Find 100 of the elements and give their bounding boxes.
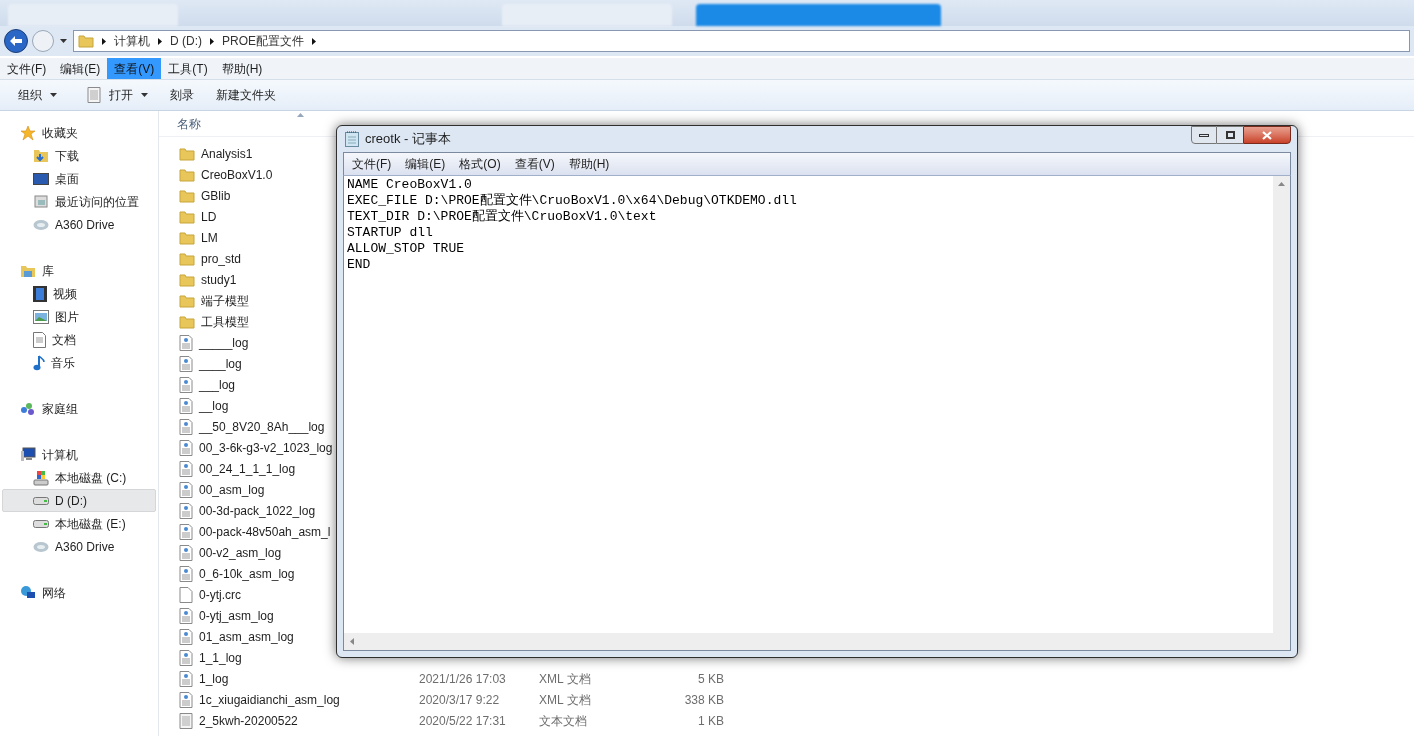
folder-icon bbox=[179, 146, 195, 161]
file-name[interactable]: 00_3-6k-g3-v2_1023_log bbox=[179, 438, 333, 457]
document-icon bbox=[179, 418, 193, 435]
nav-group[interactable]: 计算机 bbox=[0, 443, 158, 466]
browser-tab[interactable] bbox=[696, 4, 941, 26]
nav-item[interactable]: 最近访问的位置 bbox=[2, 190, 156, 213]
menu-item[interactable]: 编辑(E) bbox=[405, 155, 446, 173]
file-name[interactable]: LD bbox=[179, 207, 217, 226]
folder-icon bbox=[179, 209, 195, 224]
file-name[interactable]: 端子模型 bbox=[179, 291, 249, 310]
nav-item[interactable]: 本地磁盘 (C:) bbox=[2, 466, 156, 489]
folder-icon bbox=[179, 314, 195, 329]
file-type: 文本文档 bbox=[539, 712, 588, 730]
file-name[interactable]: 00-pack-48v50ah_asm_l bbox=[179, 522, 331, 541]
nav-item[interactable]: 音乐 bbox=[2, 351, 156, 374]
scroll-left-icon bbox=[350, 638, 354, 645]
file-name[interactable]: 1_1_log bbox=[179, 648, 242, 667]
breadcrumb-item[interactable]: 计算机 bbox=[114, 32, 150, 50]
nav-item[interactable]: 视频 bbox=[2, 282, 156, 305]
nav-item[interactable]: 本地磁盘 (E:) bbox=[2, 512, 156, 535]
scroll-up-icon bbox=[1278, 182, 1285, 186]
open-button[interactable]: 打开 bbox=[87, 86, 148, 104]
file-name[interactable]: 2_5kwh-20200522 bbox=[179, 711, 298, 730]
folder-icon bbox=[179, 251, 195, 266]
history-dropdown[interactable] bbox=[58, 39, 69, 43]
file-name[interactable]: 0_6-10k_asm_log bbox=[179, 564, 295, 583]
folder-icon bbox=[179, 272, 195, 287]
menu-item[interactable]: 查看(V) bbox=[514, 155, 555, 173]
nav-group[interactable]: 库 bbox=[0, 259, 158, 282]
nav-group[interactable]: 收藏夹 bbox=[0, 121, 158, 144]
desktop-icon bbox=[33, 171, 49, 186]
file-name[interactable]: LM bbox=[179, 228, 218, 247]
file-name[interactable]: 00-v2_asm_log bbox=[179, 543, 282, 562]
file-name[interactable]: __log bbox=[179, 396, 229, 415]
folder-icon bbox=[179, 293, 195, 308]
file-name[interactable]: 0-ytj.crc bbox=[179, 585, 241, 604]
file-name[interactable]: __50_8V20_8Ah___log bbox=[179, 417, 325, 436]
file-name[interactable]: ____log bbox=[179, 354, 242, 373]
file-name[interactable]: ___log bbox=[179, 375, 236, 394]
menu-item[interactable]: 格式(O) bbox=[459, 155, 501, 173]
menu-item[interactable]: 查看(V) bbox=[107, 58, 162, 79]
menu-item[interactable]: 工具(T) bbox=[161, 58, 215, 79]
document-icon bbox=[179, 460, 193, 477]
nav-group[interactable]: 家庭组 bbox=[0, 397, 158, 420]
document-icon bbox=[179, 670, 193, 687]
file-name[interactable]: 1c_xiugaidianchi_asm_log bbox=[179, 690, 340, 709]
nav-item[interactable]: 下载 bbox=[2, 144, 156, 167]
document-icon bbox=[179, 397, 193, 414]
file-name[interactable]: GBlib bbox=[179, 186, 231, 205]
file-name[interactable]: 00_asm_log bbox=[179, 480, 265, 499]
file-name[interactable]: study1 bbox=[179, 270, 237, 289]
horizontal-scrollbar[interactable] bbox=[344, 633, 1273, 650]
file-name[interactable]: 0-ytj_asm_log bbox=[179, 606, 274, 625]
breadcrumb-item[interactable]: PROE配置文件 bbox=[222, 32, 304, 50]
file-name[interactable]: pro_std bbox=[179, 249, 242, 268]
toolbar-button[interactable]: 新建文件夹 bbox=[216, 86, 276, 104]
toolbar-button[interactable]: 刻录 bbox=[170, 86, 194, 104]
dropdown-caret-icon bbox=[141, 93, 148, 97]
menu-item[interactable]: 文件(F) bbox=[352, 155, 392, 173]
file-name[interactable]: CreoBoxV1.0 bbox=[179, 165, 273, 184]
menu-item[interactable]: 帮助(H) bbox=[568, 155, 610, 173]
drive-icon bbox=[33, 496, 49, 505]
file-name[interactable]: Analysis1 bbox=[179, 144, 253, 163]
minimize-button[interactable] bbox=[1191, 126, 1217, 144]
nav-group[interactable]: 网络 bbox=[0, 581, 158, 604]
film-icon bbox=[33, 285, 47, 302]
document-icon bbox=[179, 481, 193, 498]
nav-item[interactable]: 文档 bbox=[2, 328, 156, 351]
nav-item[interactable]: A360 Drive bbox=[2, 213, 156, 236]
nav-item[interactable]: A360 Drive bbox=[2, 535, 156, 558]
sort-arrow-icon bbox=[297, 113, 304, 117]
homegroup-icon bbox=[20, 400, 36, 417]
download-icon bbox=[33, 147, 49, 164]
document-icon bbox=[179, 355, 193, 372]
back-button[interactable] bbox=[4, 29, 28, 53]
nav-item[interactable]: 桌面 bbox=[2, 167, 156, 190]
file-name[interactable]: _____log bbox=[179, 333, 249, 352]
folder-icon bbox=[179, 167, 195, 182]
maximize-button[interactable] bbox=[1217, 126, 1243, 144]
breadcrumb-arrow-icon bbox=[210, 37, 214, 45]
vertical-scrollbar[interactable] bbox=[1273, 176, 1290, 633]
file-name[interactable]: 1_log bbox=[179, 669, 229, 688]
file-name[interactable]: 工具模型 bbox=[179, 312, 249, 331]
nav-item[interactable]: 图片 bbox=[2, 305, 156, 328]
file-name[interactable]: 01_asm_asm_log bbox=[179, 627, 294, 646]
address-field[interactable]: 计算机 D (D:) PROE配置文件 bbox=[73, 30, 1410, 52]
file-name[interactable]: 00-3d-pack_1022_log bbox=[179, 501, 316, 520]
menu-item[interactable]: 文件(F) bbox=[0, 58, 54, 79]
browser-tab[interactable] bbox=[502, 4, 672, 26]
organize-button[interactable]: 组织 bbox=[18, 86, 57, 104]
menu-item[interactable]: 编辑(E) bbox=[53, 58, 108, 79]
breadcrumb-arrow-icon bbox=[102, 37, 106, 45]
nav-item[interactable]: D (D:) bbox=[2, 489, 156, 512]
breadcrumb-item[interactable]: D (D:) bbox=[170, 32, 202, 50]
star-icon bbox=[20, 124, 36, 141]
menu-item[interactable]: 帮助(H) bbox=[214, 58, 270, 79]
file-name[interactable]: 00_24_1_1_1_log bbox=[179, 459, 296, 478]
file-date: 2020/3/17 9:22 bbox=[419, 691, 501, 709]
close-button[interactable] bbox=[1243, 126, 1291, 144]
text-file-icon bbox=[87, 87, 101, 103]
